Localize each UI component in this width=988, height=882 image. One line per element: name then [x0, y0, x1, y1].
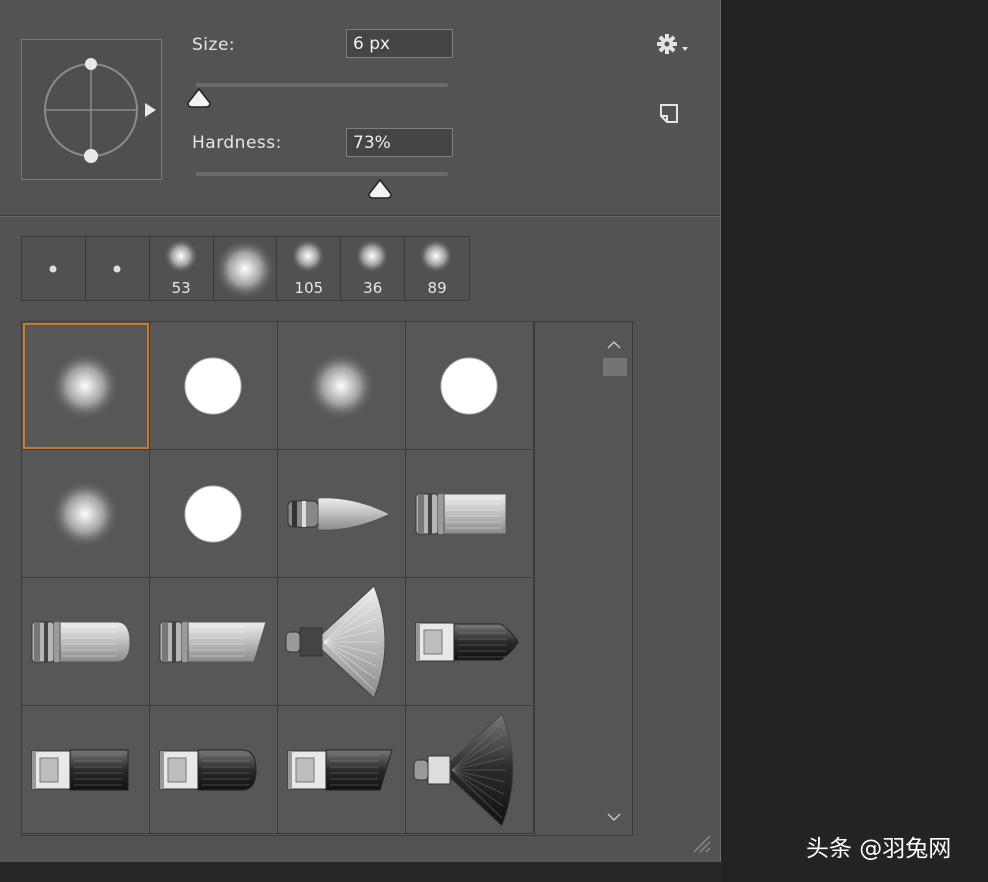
brush-preset-16[interactable] [406, 706, 534, 834]
brush-size-number: 53 [171, 279, 191, 297]
hardness-slider-thumb[interactable] [367, 178, 393, 200]
size-slider-track[interactable] [196, 83, 448, 87]
brush-preset-7[interactable] [278, 450, 406, 578]
brush-size-number: 89 [427, 279, 447, 297]
brush-preset-9[interactable] [22, 578, 150, 706]
brush-presets-grid [21, 321, 535, 836]
brush-preset-3[interactable] [278, 322, 406, 450]
recent-brush-3[interactable]: 53 [150, 237, 214, 300]
recent-brush-7[interactable]: 89 [405, 237, 469, 300]
recent-brush-1[interactable] [22, 237, 86, 300]
hardness-slider-track[interactable] [196, 172, 448, 176]
brush-preset-14[interactable] [150, 706, 278, 834]
brush-round-light-brush-icon [31, 621, 131, 663]
brush-dark-pointed-brush-icon [415, 622, 519, 662]
brush-size-number: 105 [294, 279, 324, 297]
brush-preset-1[interactable] [22, 322, 150, 450]
gear-icon[interactable] [656, 33, 692, 57]
brush-dark-fan-brush-icon [413, 713, 514, 827]
hard-round-brush-icon [184, 357, 242, 415]
scroll-up-arrow-icon[interactable] [607, 340, 621, 350]
new-preset-icon[interactable] [658, 102, 682, 126]
size-slider-thumb[interactable] [186, 87, 212, 109]
recent-brush-2[interactable] [86, 237, 150, 300]
brush-dark-flat-brush-icon [31, 749, 129, 791]
brush-tip-icon [49, 265, 57, 273]
brush-dark-angle-brush-icon [287, 749, 393, 791]
scroll-down-arrow-icon[interactable] [607, 812, 621, 822]
brush-preset-11[interactable] [278, 578, 406, 706]
brush-size-number: 36 [363, 279, 383, 297]
brush-tip-icon [214, 239, 275, 299]
recent-brushes-strip: 53 105 36 89 [21, 236, 470, 301]
brush-preset-6[interactable] [150, 450, 278, 578]
brush-fan-light-brush-icon [285, 585, 386, 699]
brush-preset-4[interactable] [406, 322, 534, 450]
brush-preset-8[interactable] [406, 450, 534, 578]
recent-brush-6[interactable]: 36 [341, 237, 406, 300]
size-label: Size: [192, 35, 236, 55]
brush-angle-light-brush-icon [159, 621, 267, 663]
presets-scrollbar[interactable] [535, 321, 633, 836]
brush-preset-15[interactable] [278, 706, 406, 834]
brush-preset-5[interactable] [22, 450, 150, 578]
brush-tip-angle-preview[interactable] [21, 39, 162, 180]
hard-round-brush-icon [440, 357, 498, 415]
brush-preset-12[interactable] [406, 578, 534, 706]
brush-preset-picker-panel: Size: 6 px Hardness: 73% 53 105 36 89 [0, 0, 721, 863]
size-field[interactable]: 6 px [346, 29, 453, 58]
triangle-right-icon [145, 103, 156, 117]
soft-round-brush-icon [307, 352, 375, 420]
hard-round-brush-icon [184, 485, 242, 543]
recent-brush-5[interactable]: 105 [277, 237, 342, 300]
soft-round-brush-icon [51, 352, 119, 420]
brush-preset-2[interactable] [150, 322, 278, 450]
brush-pointed-brush-icon [287, 497, 392, 531]
recent-brush-4[interactable] [214, 237, 278, 300]
brush-preset-10[interactable] [150, 578, 278, 706]
soft-round-brush-icon [51, 480, 119, 548]
resize-grip-icon[interactable] [690, 832, 714, 856]
brush-preset-13[interactable] [22, 706, 150, 834]
brush-tip-icon [113, 265, 121, 273]
brush-flat-light-brush-icon [415, 493, 507, 535]
hardness-field[interactable]: 73% [346, 128, 453, 157]
watermark-text: 头条 @羽兔网 [806, 836, 952, 862]
brush-dark-round-brush-icon [159, 749, 257, 791]
scroll-thumb[interactable] [603, 358, 627, 376]
hardness-label: Hardness: [192, 133, 282, 153]
